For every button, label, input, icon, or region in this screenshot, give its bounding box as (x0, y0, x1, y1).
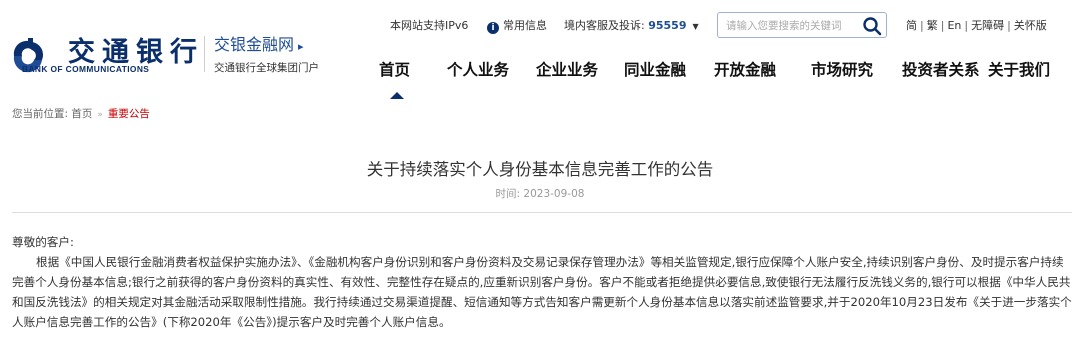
lang-separator: | (940, 19, 945, 32)
lang-traditional[interactable]: 繁 (927, 19, 938, 32)
nav-item-about[interactable]: 关于我们 (988, 58, 1050, 80)
common-info-link[interactable]: i 常用信息 (487, 17, 547, 34)
nav-item-personal[interactable]: 个人业务 (447, 58, 509, 80)
breadcrumb-home[interactable]: 首页 (71, 108, 92, 120)
article-paragraph: 根据《中国人民银行金融消费者权益保护实施办法》、《金融机构客户身份识别和客户身份… (12, 255, 1072, 329)
article-salutation: 尊敬的客户: (12, 235, 74, 249)
language-switcher: 简 | 繁 | En | 无障碍 | 关怀版 (906, 17, 1047, 33)
article-date: 时间: 2023-09-08 (495, 188, 585, 200)
breadcrumb-current[interactable]: 重要公告 (108, 108, 150, 120)
bank-name-en: BANK OF COMMUNICATIONS (22, 64, 150, 74)
breadcrumb-separator-icon: » (97, 110, 103, 120)
subsite-description: 交通银行全球集团门户 (214, 62, 319, 74)
article-body: 尊敬的客户: 根据《中国人民银行金融消费者权益保护实施办法》、《金融机构客户身份… (12, 232, 1074, 332)
nav-item-investor-relations[interactable]: 投资者关系 (902, 58, 980, 80)
accessibility-link[interactable]: 无障碍 (971, 19, 1004, 32)
hotline-dropdown[interactable]: 境内客服及投诉: 95559 ▼ (564, 17, 699, 33)
search-input[interactable] (726, 19, 856, 33)
utility-bar: 本网站支持IPv6 i常用信息 境内客服及投诉: 95559▼ 简|繁|En|无… (390, 12, 1070, 38)
lang-separator: | (964, 19, 969, 32)
active-nav-indicator (390, 92, 404, 99)
hotline-label: 境内客服及投诉: (564, 19, 645, 32)
nav-item-open-finance[interactable]: 开放金融 (714, 58, 776, 80)
search-box (717, 12, 887, 38)
subsite-link[interactable]: 交银金融网 ▸ (214, 31, 304, 55)
logo-divider (204, 36, 205, 72)
search-icon[interactable] (862, 16, 882, 36)
elder-care-link[interactable]: 关怀版 (1014, 19, 1047, 32)
main-nav: 首页 个人业务 企业业务 同业金融 开放金融 市场研究 投资者关系 关于我们 (368, 58, 1080, 98)
hotline-number: 95559 (648, 19, 687, 32)
lang-separator: | (920, 19, 924, 32)
subsite-title: 交银金融网 (214, 35, 295, 54)
nav-item-home[interactable]: 首页 (379, 58, 410, 80)
lang-separator: | (1007, 19, 1011, 32)
title-divider (12, 212, 1072, 213)
chevron-down-icon: ▼ (692, 22, 699, 31)
bank-logo[interactable]: 交通银行 BANK OF COMMUNICATIONS (8, 30, 208, 74)
nav-item-corporate[interactable]: 企业业务 (536, 58, 598, 80)
lang-english[interactable]: En (947, 19, 961, 32)
breadcrumb-label: 您当前位置: (12, 108, 69, 120)
common-info-label: 常用信息 (503, 19, 547, 32)
site-header: 交通银行 BANK OF COMMUNICATIONS 交银金融网 ▸ 交通银行全… (0, 0, 1080, 100)
info-icon: i (487, 22, 499, 34)
nav-item-interbank[interactable]: 同业金融 (624, 58, 686, 80)
breadcrumb: 您当前位置: 首页 » 重要公告 (12, 106, 150, 121)
arrow-right-icon: ▸ (298, 40, 304, 53)
nav-item-research[interactable]: 市场研究 (811, 58, 873, 80)
lang-simplified[interactable]: 简 (906, 19, 917, 32)
ipv6-notice: 本网站支持IPv6 (390, 19, 469, 32)
article-title: 关于持续落实个人身份基本信息完善工作的公告 (366, 160, 714, 179)
